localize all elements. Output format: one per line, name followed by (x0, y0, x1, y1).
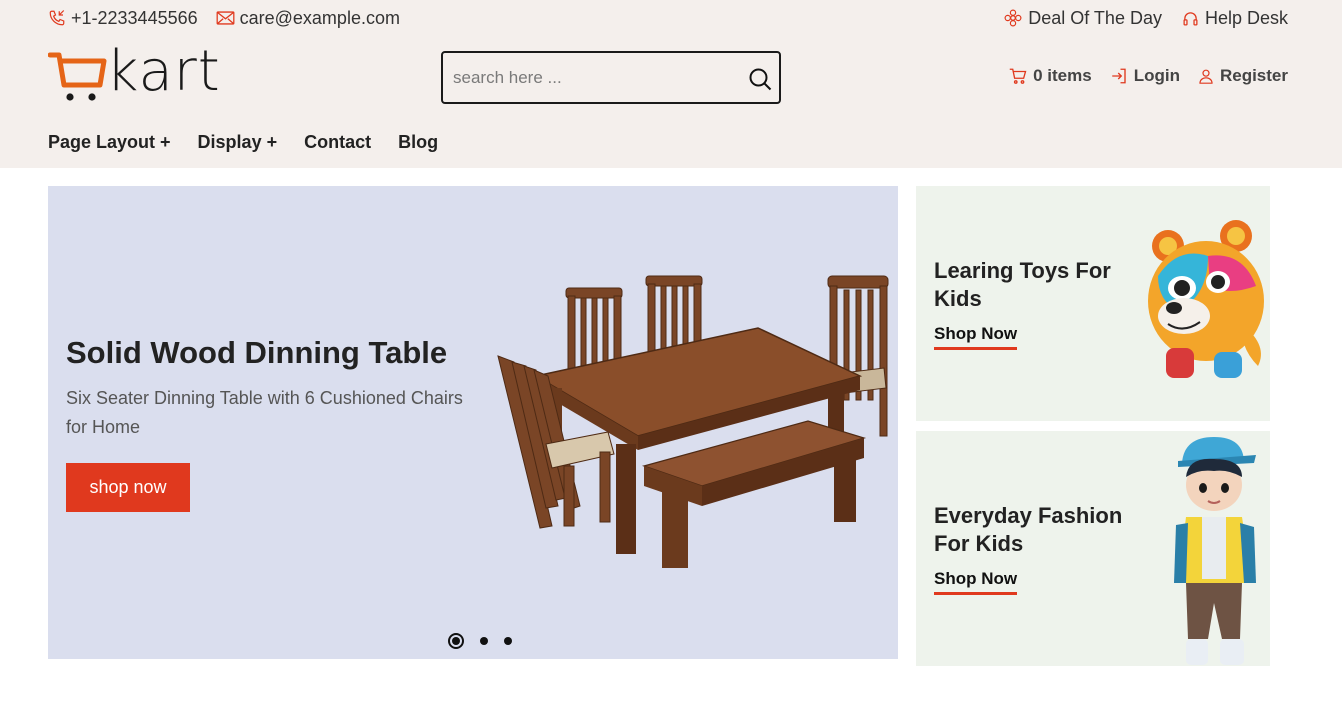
search-input[interactable] (453, 64, 733, 92)
nav-page-layout[interactable]: Page Layout + (48, 132, 171, 153)
dining-table-image (497, 275, 889, 568)
deal-of-the-day-link[interactable]: Deal Of The Day (1004, 8, 1162, 29)
user-icon (1199, 69, 1213, 84)
cart-icon (1009, 68, 1027, 84)
promo-banner-toys[interactable]: Learing Toys For Kids Shop Now (916, 186, 1270, 421)
login-label: Login (1133, 66, 1180, 85)
phone-icon (49, 10, 65, 26)
slider-dots (440, 633, 520, 649)
topbar-contact: +1-2233445566 care@example.com (48, 7, 418, 29)
promo-title-toys: Learing Toys For Kids (934, 258, 1111, 311)
login-icon (1111, 68, 1126, 84)
phone-link[interactable]: +1-2233445566 (48, 8, 198, 29)
help-desk-label: Help Desk (1204, 7, 1288, 28)
account-links: 0 items Login Register (991, 64, 1288, 88)
email-address: care@example.com (239, 7, 400, 28)
deal-of-the-day-label: Deal Of The Day (1028, 7, 1162, 28)
search-box (441, 51, 781, 104)
slider-dot-3[interactable] (504, 637, 512, 645)
nav-contact[interactable]: Contact (304, 132, 371, 153)
logo-text: kart (106, 39, 221, 104)
cart-count: 0 items (1033, 66, 1092, 85)
search-icon (749, 68, 772, 91)
headphones-icon (1183, 11, 1198, 26)
search-button[interactable] (745, 64, 775, 94)
slider-dot-1[interactable] (448, 633, 464, 649)
register-link[interactable]: Register (1198, 66, 1288, 86)
shop-now-button[interactable]: shop now (66, 463, 190, 512)
hero-subtitle: Six Seater Dinning Table with 6 Cushione… (66, 388, 463, 437)
promo-title-fashion: Everyday Fashion For Kids (934, 503, 1123, 556)
main-nav: Page Layout + Display + Contact Blog (48, 132, 465, 153)
hero-title: Solid Wood Dinning Table (66, 335, 448, 370)
toy-bear-image (1148, 220, 1264, 378)
help-desk-link[interactable]: Help Desk (1182, 8, 1288, 29)
promo-shop-now-fashion[interactable]: Shop Now (934, 569, 1018, 595)
hero-slider: Solid Wood Dinning Table Six Seater Dinn… (48, 186, 898, 659)
register-label: Register (1219, 66, 1288, 85)
kid-fashion-image (1174, 437, 1256, 665)
topbar-links: Deal Of The Day Help Desk (984, 7, 1288, 29)
nav-display[interactable]: Display + (198, 132, 278, 153)
flower-icon (1004, 9, 1022, 27)
promo-shop-now-toys[interactable]: Shop Now (934, 324, 1018, 350)
phone-number: +1-2233445566 (71, 7, 198, 28)
cart-link[interactable]: 0 items (1009, 66, 1092, 86)
nav-blog[interactable]: Blog (398, 132, 438, 153)
login-link[interactable]: Login (1110, 66, 1180, 86)
promo-banner-fashion[interactable]: Everyday Fashion For Kids Shop Now (916, 431, 1270, 666)
cart-logo-icon (48, 52, 107, 101)
site-logo[interactable]: kart (48, 41, 220, 104)
slider-dot-2[interactable] (480, 637, 488, 645)
mail-icon (216, 11, 235, 25)
email-link[interactable]: care@example.com (216, 8, 400, 29)
site-header: +1-2233445566 care@example.com Deal Of T… (0, 0, 1342, 168)
